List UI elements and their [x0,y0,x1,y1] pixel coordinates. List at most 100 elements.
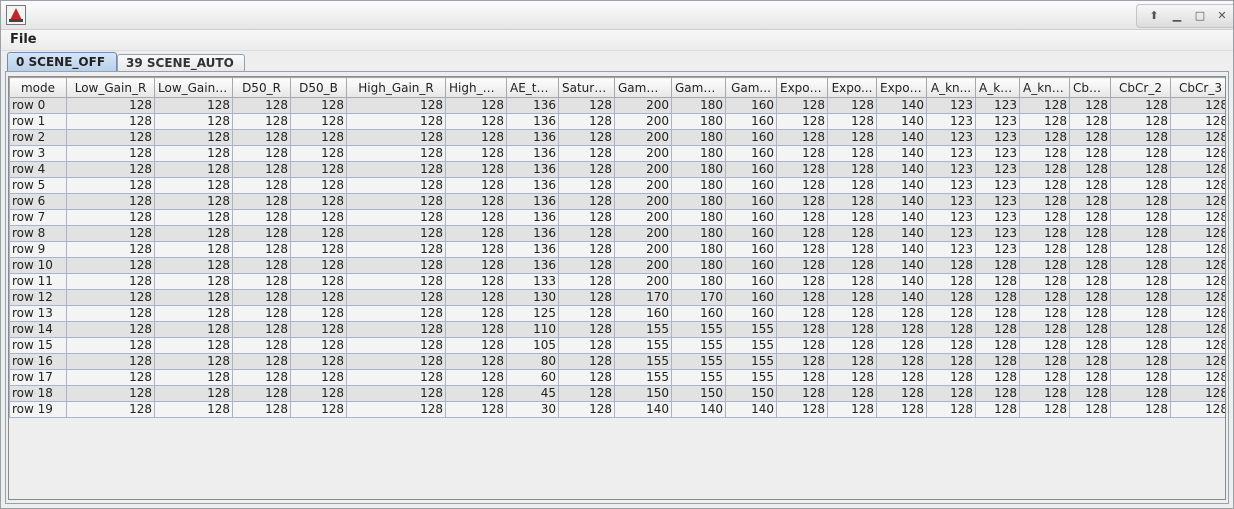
table-cell[interactable]: 128 [346,369,446,386]
table-cell[interactable]: 128 [232,337,291,354]
row-label-cell[interactable]: row 17 [9,369,67,386]
table-cell[interactable]: 128 [232,305,291,322]
table-cell[interactable]: 128 [558,369,615,386]
table-cell[interactable]: 128 [445,161,507,178]
table-cell[interactable]: 170 [614,289,672,306]
table-cell[interactable]: 128 [926,369,976,386]
table-cell[interactable]: 128 [776,401,828,418]
tab-scene-auto[interactable]: 39 SCENE_AUTO [117,54,245,71]
table-cell[interactable]: 128 [1069,113,1111,130]
table-row[interactable]: row 19 128 128 128 128 128 128 30 128 140 140 140 12… [9,401,1225,418]
table-cell[interactable]: 128 [876,337,927,354]
table-cell[interactable]: 128 [290,289,347,306]
table-cell[interactable]: 160 [725,289,777,306]
table-cell[interactable]: 128 [445,145,507,162]
table-cell[interactable]: 128 [232,113,291,130]
table-cell[interactable]: 140 [876,97,927,114]
table-cell[interactable]: 123 [975,97,1020,114]
table-cell[interactable]: 160 [725,273,777,290]
row-label-cell[interactable]: row 14 [9,321,67,338]
table-cell[interactable]: 128 [1110,241,1171,258]
table-cell[interactable]: 128 [1019,225,1070,242]
table-cell[interactable]: 128 [154,177,233,194]
table-cell[interactable]: 136 [506,209,559,226]
table-cell[interactable]: 128 [66,145,155,162]
table-cell[interactable]: 128 [445,129,507,146]
table-cell[interactable]: 128 [975,273,1020,290]
table-cell[interactable]: 128 [1110,305,1171,322]
table-cell[interactable]: 128 [1170,257,1225,274]
table-cell[interactable]: 128 [827,289,877,306]
table-cell[interactable]: 200 [614,257,672,274]
table-cell[interactable]: 128 [445,225,507,242]
table-cell[interactable]: 160 [725,145,777,162]
column-header[interactable]: D50_B [290,77,347,98]
table-cell[interactable]: 150 [614,385,672,402]
table-cell[interactable]: 128 [827,321,877,338]
table-cell[interactable]: 128 [558,225,615,242]
table-cell[interactable]: 128 [290,353,347,370]
table-cell[interactable]: 128 [290,129,347,146]
column-header[interactable]: Gamm... [614,77,672,98]
table-cell[interactable]: 128 [290,385,347,402]
table-cell[interactable]: 128 [1069,129,1111,146]
table-cell[interactable]: 128 [346,193,446,210]
row-label-cell[interactable]: row 16 [9,353,67,370]
table-cell[interactable]: 123 [975,193,1020,210]
table-cell[interactable]: 128 [232,401,291,418]
minimize-icon[interactable]: ▁ [1168,7,1186,25]
column-header[interactable]: Gam... [725,77,777,98]
table-cell[interactable]: 128 [926,257,976,274]
table-cell[interactable]: 128 [1110,353,1171,370]
table-cell[interactable]: 128 [558,337,615,354]
table-cell[interactable]: 200 [614,113,672,130]
table-cell[interactable]: 123 [975,113,1020,130]
table-cell[interactable]: 160 [725,257,777,274]
table-cell[interactable]: 128 [926,385,976,402]
row-label-cell[interactable]: row 11 [9,273,67,290]
table-cell[interactable]: 128 [154,97,233,114]
table-cell[interactable]: 128 [558,145,615,162]
table-row[interactable]: row 1 128 128 128 128 128 128 136 128 200 180 160 12… [9,113,1225,130]
table-cell[interactable]: 136 [506,161,559,178]
table-cell[interactable]: 160 [725,161,777,178]
table-cell[interactable]: 128 [1019,305,1070,322]
table-cell[interactable]: 128 [66,369,155,386]
table-cell[interactable]: 128 [1170,225,1225,242]
table-cell[interactable]: 123 [926,225,976,242]
table-cell[interactable]: 128 [154,273,233,290]
table-cell[interactable]: 128 [776,257,828,274]
table-cell[interactable]: 128 [154,193,233,210]
table-cell[interactable]: 200 [614,209,672,226]
table-cell[interactable]: 128 [926,401,976,418]
table-cell[interactable]: 128 [776,369,828,386]
table-cell[interactable]: 140 [876,225,927,242]
table-cell[interactable]: 128 [827,385,877,402]
table-cell[interactable]: 123 [926,113,976,130]
column-header[interactable]: Low_Gain_B [154,77,233,98]
table-cell[interactable]: 128 [1170,193,1225,210]
table-cell[interactable]: 136 [506,145,559,162]
table-cell[interactable]: 128 [1170,241,1225,258]
table-cell[interactable]: 180 [671,273,726,290]
table-cell[interactable]: 128 [827,161,877,178]
table-cell[interactable]: 128 [445,241,507,258]
table-cell[interactable]: 200 [614,129,672,146]
table-cell[interactable]: 128 [776,113,828,130]
table-cell[interactable]: 160 [614,305,672,322]
table-cell[interactable]: 128 [558,289,615,306]
table-cell[interactable]: 128 [445,177,507,194]
table-cell[interactable]: 128 [1019,401,1070,418]
table-cell[interactable]: 123 [975,241,1020,258]
table-cell[interactable]: 128 [154,129,233,146]
table-cell[interactable]: 128 [827,177,877,194]
table-row[interactable]: row 18 128 128 128 128 128 128 45 128 150 150 150 12… [9,385,1225,402]
table-cell[interactable]: 160 [725,225,777,242]
table-cell[interactable]: 128 [1170,289,1225,306]
table-cell[interactable]: 128 [66,209,155,226]
table-cell[interactable]: 123 [975,161,1020,178]
table-cell[interactable]: 180 [671,177,726,194]
table-cell[interactable]: 128 [66,337,155,354]
table-cell[interactable]: 128 [1110,337,1171,354]
table-cell[interactable]: 128 [558,273,615,290]
